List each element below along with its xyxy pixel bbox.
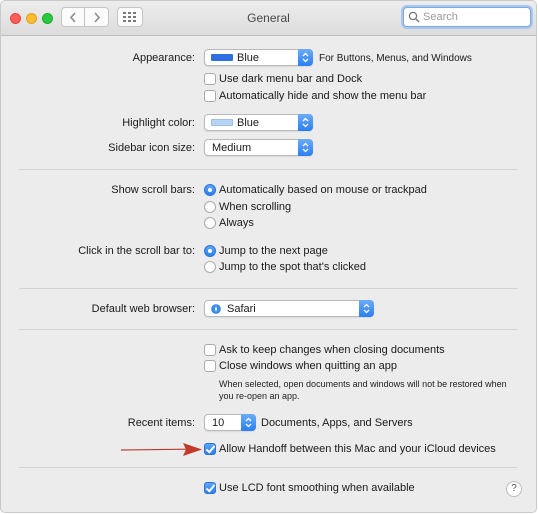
allow-handoff-label[interactable]: Allow Handoff between this Mac and your …: [219, 443, 496, 455]
separator: [19, 169, 518, 170]
separator: [19, 467, 518, 468]
chevron-updown-icon: [241, 414, 256, 431]
close-windows-label[interactable]: Close windows when quitting an app: [219, 360, 397, 372]
close-windows-note: When selected, open documents and window…: [219, 379, 507, 401]
search-field[interactable]: [403, 7, 531, 27]
default-browser-label: Default web browser:: [91, 303, 195, 315]
auto-hide-menu-label[interactable]: Automatically hide and show the menu bar: [219, 90, 426, 102]
chevron-updown-icon: [298, 114, 313, 131]
appearance-swatch: [211, 54, 233, 61]
recent-items-suffix: Documents, Apps, and Servers: [261, 417, 413, 429]
help-button[interactable]: ?: [506, 481, 522, 497]
general-preferences-window: General Appearance: Blue For Buttons, Me…: [0, 0, 537, 513]
search-icon: [408, 11, 420, 23]
highlight-color-popup[interactable]: Blue: [204, 114, 313, 131]
scroll-bars-always-radio[interactable]: [204, 217, 216, 229]
red-arrow-annotation: [121, 443, 202, 456]
separator: [19, 288, 518, 289]
allow-handoff-checkbox[interactable]: [204, 443, 216, 455]
auto-hide-menu-checkbox[interactable]: [204, 90, 216, 102]
ask-keep-changes-checkbox[interactable]: [204, 344, 216, 356]
highlight-color-value: Blue: [237, 117, 260, 129]
chevron-updown-icon: [359, 300, 374, 317]
show-scroll-bars-label: Show scroll bars:: [111, 184, 195, 196]
click-scroll-next-page-radio[interactable]: [204, 245, 216, 257]
recent-items-label: Recent items:: [127, 417, 195, 429]
highlight-color-swatch: [211, 119, 233, 126]
dark-menu-checkbox[interactable]: [204, 73, 216, 85]
default-browser-popup[interactable]: Safari: [204, 300, 374, 317]
click-scroll-next-page-label[interactable]: Jump to the next page: [219, 245, 328, 257]
highlight-color-label: Highlight color:: [122, 117, 195, 129]
recent-items-popup[interactable]: 10: [204, 414, 256, 431]
separator: [19, 329, 518, 330]
sidebar-icon-size-popup[interactable]: Medium: [204, 139, 313, 156]
click-scroll-bar-label: Click in the scroll bar to:: [78, 245, 195, 257]
scroll-bars-when-scrolling-label[interactable]: When scrolling: [219, 201, 291, 213]
title-bar: General: [1, 1, 536, 36]
appearance-label: Appearance:: [132, 52, 195, 64]
appearance-popup[interactable]: Blue: [204, 49, 313, 66]
scroll-bars-when-scrolling-radio[interactable]: [204, 201, 216, 213]
chevron-updown-icon: [298, 139, 313, 156]
sidebar-icon-size-label: Sidebar icon size:: [108, 142, 195, 154]
scroll-bars-auto-radio[interactable]: [204, 184, 216, 196]
lcd-smoothing-checkbox[interactable]: [204, 482, 216, 494]
ask-keep-changes-label[interactable]: Ask to keep changes when closing documen…: [219, 344, 445, 356]
safari-icon: [211, 304, 221, 314]
default-browser-value: Safari: [227, 303, 256, 315]
search-input[interactable]: [423, 10, 523, 24]
scroll-bars-auto-label[interactable]: Automatically based on mouse or trackpad: [219, 184, 427, 196]
sidebar-icon-size-value: Medium: [212, 142, 252, 154]
appearance-note: For Buttons, Menus, and Windows: [319, 53, 472, 64]
scroll-bars-always-label[interactable]: Always: [219, 217, 254, 229]
close-windows-checkbox[interactable]: [204, 360, 216, 372]
click-scroll-spot-radio[interactable]: [204, 261, 216, 273]
chevron-updown-icon: [298, 49, 313, 66]
dark-menu-label[interactable]: Use dark menu bar and Dock: [219, 73, 362, 85]
recent-items-value: 10: [212, 417, 225, 429]
lcd-smoothing-label[interactable]: Use LCD font smoothing when available: [219, 482, 415, 494]
click-scroll-spot-label[interactable]: Jump to the spot that's clicked: [219, 261, 366, 273]
appearance-value: Blue: [237, 52, 260, 64]
